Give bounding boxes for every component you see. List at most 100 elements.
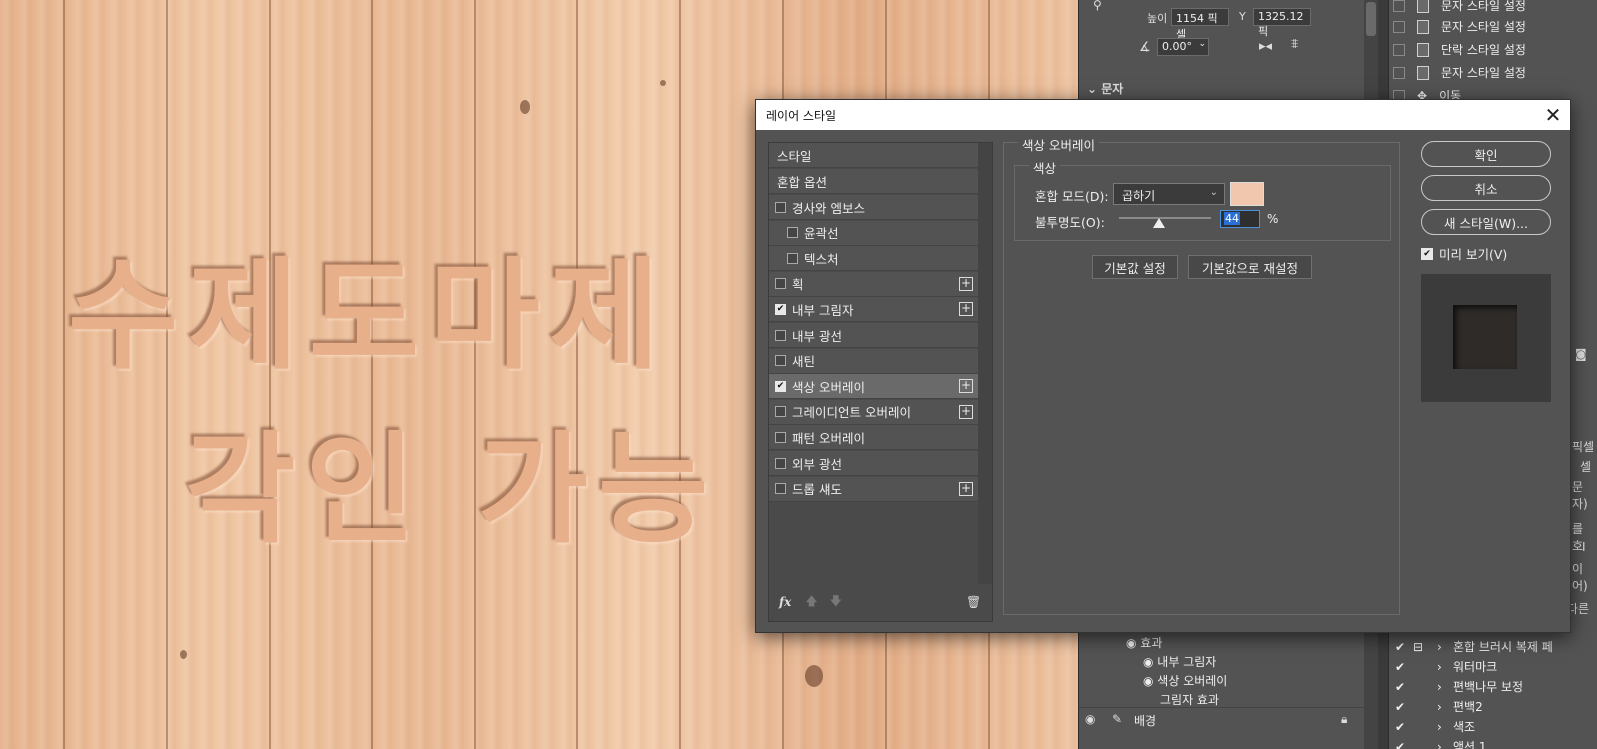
camera-icon[interactable]: ◙ xyxy=(1575,347,1587,361)
style-checkbox[interactable] xyxy=(787,227,798,239)
arrow-down-icon[interactable]: 🡇 xyxy=(830,592,842,613)
style-item[interactable]: 그레이디언트 오버레이 + xyxy=(769,399,979,425)
style-item[interactable]: 외부 광선 xyxy=(769,451,979,476)
reset-default-button[interactable]: 기본값으로 재설정 xyxy=(1188,255,1312,279)
link-icon[interactable]: ⚲ xyxy=(1093,0,1102,12)
layer-row-background[interactable]: ◉ ✎ 배경 🔒︎ xyxy=(1079,707,1365,731)
style-item[interactable]: 경사와 엠보스 xyxy=(769,195,979,220)
layer-shadow-effect[interactable]: 그림자 효과 xyxy=(1160,691,1219,708)
wood-knot xyxy=(805,665,823,687)
text-section-header[interactable]: ⌄ 문자 xyxy=(1087,80,1123,97)
scrollbar-thumb[interactable] xyxy=(1366,2,1376,36)
action-label: 편백2 xyxy=(1453,700,1483,714)
style-checkbox[interactable]: ✔ xyxy=(775,380,786,392)
style-item-label: 드롭 섀도 xyxy=(792,482,842,498)
add-effect-icon[interactable]: + xyxy=(959,302,973,317)
overlay-color-swatch[interactable] xyxy=(1230,182,1264,206)
fx-icon[interactable]: fx xyxy=(779,595,791,609)
style-item[interactable]: 내부 광선 xyxy=(769,323,979,348)
blend-mode-select[interactable]: 곱하기 ⌄ xyxy=(1113,183,1225,205)
chevron-right-icon[interactable]: › xyxy=(1437,700,1453,714)
dialog-toggle-icon[interactable]: ⊟ xyxy=(1413,640,1437,654)
history-checkbox[interactable] xyxy=(1393,0,1405,12)
style-item-label: 새틴 xyxy=(792,354,816,370)
style-item[interactable]: 새틴 xyxy=(769,348,979,374)
style-list-scrollbar[interactable] xyxy=(978,143,992,584)
trash-icon[interactable]: 🗑 xyxy=(966,595,981,609)
style-item-label: 패턴 오버레이 xyxy=(792,430,865,446)
style-item[interactable]: 획 + xyxy=(769,271,979,297)
styles-header[interactable]: 스타일 xyxy=(769,143,979,168)
style-checkbox[interactable] xyxy=(775,329,786,341)
layer-effect-item[interactable]: ◉ 색상 오버레이 xyxy=(1143,672,1227,689)
style-checkbox[interactable] xyxy=(775,278,786,290)
opacity-slider-thumb[interactable] xyxy=(1153,218,1166,228)
dialog-titlebar[interactable]: 레이어 스타일 ✕ xyxy=(756,100,1570,130)
eye-icon[interactable]: ◉ xyxy=(1143,655,1157,669)
style-checkbox[interactable] xyxy=(775,483,786,495)
style-checkbox[interactable] xyxy=(775,406,786,418)
document-icon xyxy=(1417,19,1429,34)
add-effect-icon[interactable]: + xyxy=(959,379,973,394)
style-item[interactable]: 텍스처 xyxy=(769,246,979,272)
add-effect-icon[interactable]: + xyxy=(959,404,973,419)
style-item[interactable]: ✔ 내부 그림자 + xyxy=(769,297,979,323)
wood-plank xyxy=(0,0,65,749)
history-item[interactable]: 문자 스타일 설정 xyxy=(1389,61,1597,84)
style-item-label: 윤곽선 xyxy=(804,226,839,242)
history-checkbox[interactable] xyxy=(1393,43,1405,56)
style-checkbox[interactable] xyxy=(775,201,786,213)
flip-horizontal-icon[interactable]: ▸◂ xyxy=(1259,39,1272,54)
style-checkbox[interactable] xyxy=(775,431,786,443)
history-checkbox[interactable] xyxy=(1393,66,1405,79)
style-checkbox[interactable] xyxy=(775,457,786,469)
check-icon: ✔ xyxy=(1395,739,1406,749)
action-label: 워터마크 xyxy=(1453,660,1498,674)
opacity-input[interactable]: 44 xyxy=(1220,210,1260,228)
style-item[interactable]: 윤곽선 xyxy=(769,220,979,246)
chevron-right-icon[interactable]: › xyxy=(1437,720,1453,734)
style-checkbox[interactable] xyxy=(787,252,798,264)
check-icon: ✔ xyxy=(1395,699,1406,714)
layer-effects-row[interactable]: ◉ 효과 xyxy=(1126,634,1162,651)
close-icon[interactable]: ✕ xyxy=(1540,102,1566,128)
cancel-button[interactable]: 취소 xyxy=(1421,175,1551,201)
style-item[interactable]: 패턴 오버레이 xyxy=(769,425,979,451)
history-item[interactable]: 단락 스타일 설정 xyxy=(1389,38,1597,61)
history-checkbox[interactable] xyxy=(1393,20,1405,33)
history-item[interactable]: 문자 스타일 설정 xyxy=(1389,15,1597,38)
style-item-label: 그레이디언트 오버레이 xyxy=(792,405,911,421)
style-item[interactable]: ✔ 색상 오버레이 + xyxy=(769,374,979,400)
arrow-up-icon[interactable]: 🡅 xyxy=(805,592,817,613)
add-effect-icon[interactable]: + xyxy=(959,481,973,496)
blend-options-item[interactable]: 혼합 옵션 xyxy=(769,169,979,194)
make-default-button[interactable]: 기본값 설정 xyxy=(1092,255,1178,279)
y-label: Y xyxy=(1239,10,1246,23)
flip-vertical-icon[interactable]: ⩨ xyxy=(1291,37,1298,52)
action-item[interactable]: ✔ › 액션 1 xyxy=(1389,735,1597,749)
style-item-label: 텍스처 xyxy=(804,251,839,267)
preview-toggle[interactable]: ✔ 미리 보기(V) xyxy=(1421,244,1507,263)
chevron-right-icon[interactable]: › xyxy=(1437,640,1453,654)
new-style-button[interactable]: 새 스타일(W)... xyxy=(1421,209,1551,235)
document-icon xyxy=(1417,65,1429,80)
preview-checkbox[interactable]: ✔ xyxy=(1421,247,1433,260)
style-item[interactable]: 드롭 섀도 + xyxy=(769,476,979,502)
angle-field[interactable]: 0.00° ⌄ xyxy=(1157,38,1209,56)
layer-effect-item[interactable]: ◉ 내부 그림자 xyxy=(1143,653,1216,670)
height-field[interactable]: 1154 픽셀 xyxy=(1171,8,1229,41)
y-field[interactable]: 1325.12 픽 xyxy=(1253,8,1311,38)
add-effect-icon[interactable]: + xyxy=(959,276,973,291)
eye-icon[interactable]: ◉ xyxy=(1085,712,1095,726)
style-list-footer: fx 🡅 🡇 🗑 xyxy=(769,583,992,621)
ok-button[interactable]: 확인 xyxy=(1421,141,1551,167)
style-preview xyxy=(1421,274,1551,402)
chevron-right-icon[interactable]: › xyxy=(1437,740,1453,749)
eye-icon[interactable]: ◉ xyxy=(1143,674,1157,688)
layer-effect-label: 색상 오버레이 xyxy=(1157,674,1228,688)
style-checkbox[interactable]: ✔ xyxy=(775,303,786,315)
chevron-right-icon[interactable]: › xyxy=(1437,660,1453,674)
style-checkbox[interactable] xyxy=(775,355,786,367)
chevron-right-icon[interactable]: › xyxy=(1437,680,1453,694)
eye-icon[interactable]: ◉ xyxy=(1126,636,1140,650)
